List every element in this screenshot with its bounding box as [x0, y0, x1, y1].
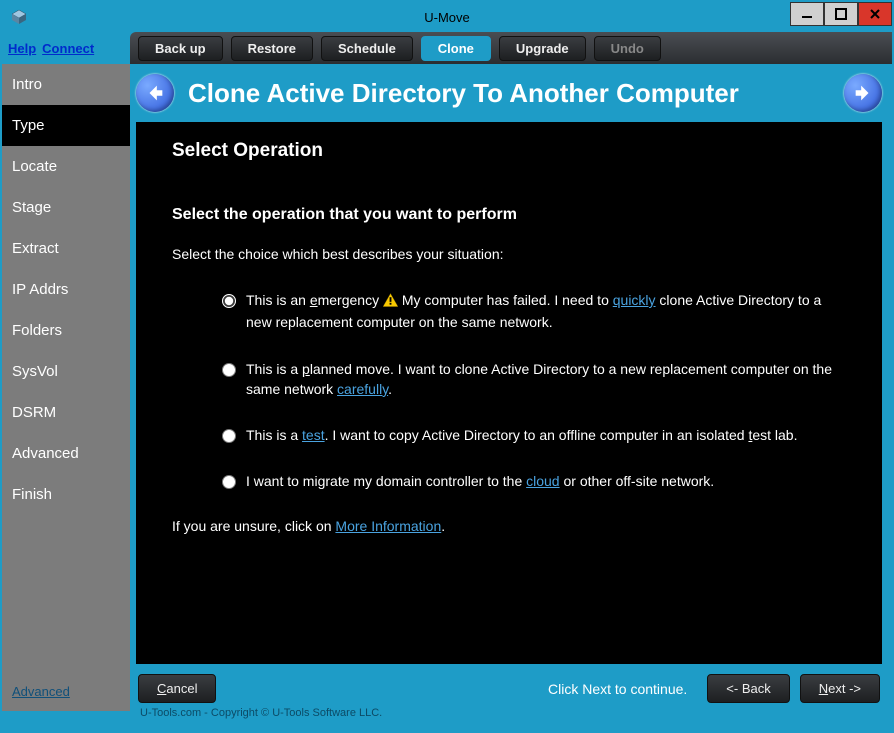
- tab-restore[interactable]: Restore: [231, 36, 313, 61]
- sidebar-item-advanced[interactable]: Advanced: [2, 433, 130, 474]
- link-carefully[interactable]: carefully: [337, 381, 388, 397]
- sidebar-item-dsrm[interactable]: DSRM: [2, 392, 130, 433]
- link-quickly[interactable]: quickly: [613, 292, 656, 308]
- arrow-left-icon: [144, 82, 166, 104]
- sidebar: IntroTypeLocateStageExtractIP AddrsFolde…: [2, 64, 130, 731]
- tab-undo: Undo: [594, 36, 661, 61]
- cancel-button[interactable]: Cancel: [138, 674, 216, 703]
- sidebar-item-folders[interactable]: Folders: [2, 310, 130, 351]
- sidebar-item-stage[interactable]: Stage: [2, 187, 130, 228]
- close-button[interactable]: [858, 2, 892, 26]
- tab-backup[interactable]: Back up: [138, 36, 223, 61]
- connect-link[interactable]: Connect: [42, 41, 94, 56]
- next-button[interactable]: Next ->: [800, 674, 880, 703]
- sidebar-item-type[interactable]: Type: [2, 105, 130, 146]
- radio-cloud[interactable]: [222, 475, 236, 489]
- radio-emergency[interactable]: [222, 294, 236, 308]
- panel-description: Select the choice which best describes y…: [172, 246, 846, 262]
- maximize-button[interactable]: [824, 2, 858, 26]
- title-bar: U-Move: [2, 2, 892, 32]
- nav-back-button[interactable]: [136, 74, 174, 112]
- tab-clone[interactable]: Clone: [421, 36, 491, 61]
- minimize-button[interactable]: [790, 2, 824, 26]
- link-cloud[interactable]: cloud: [526, 473, 559, 489]
- back-button[interactable]: <- Back: [707, 674, 789, 703]
- unsure-text: If you are unsure, click on More Informa…: [172, 518, 846, 534]
- arrow-right-icon: [852, 82, 874, 104]
- option-text-emergency: This is an emergency My computer has fai…: [246, 290, 846, 333]
- sidebar-item-extract[interactable]: Extract: [2, 228, 130, 269]
- radio-test[interactable]: [222, 429, 236, 443]
- sidebar-item-sysvol[interactable]: SysVol: [2, 351, 130, 392]
- option-cloud: I want to migrate my domain controller t…: [222, 471, 846, 491]
- sidebar-item-intro[interactable]: Intro: [2, 64, 130, 105]
- help-link[interactable]: Help: [8, 41, 36, 56]
- window-title: U-Move: [424, 10, 470, 25]
- nav-forward-button[interactable]: [844, 74, 882, 112]
- sidebar-item-ip-addrs[interactable]: IP Addrs: [2, 269, 130, 310]
- panel-subhead: Select the operation that you want to pe…: [172, 206, 846, 224]
- option-planned: This is a planned move. I want to clone …: [222, 359, 846, 400]
- app-icon: [10, 8, 28, 26]
- sidebar-item-finish[interactable]: Finish: [2, 474, 130, 515]
- tab-upgrade[interactable]: Upgrade: [499, 36, 586, 61]
- radio-planned[interactable]: [222, 363, 236, 377]
- sidebar-advanced-link[interactable]: Advanced: [12, 684, 70, 699]
- footer-hint: Click Next to continue.: [548, 681, 687, 697]
- option-emergency: This is an emergency My computer has fai…: [222, 290, 846, 333]
- warning-icon: [383, 292, 398, 312]
- more-information-link[interactable]: More Information: [335, 518, 441, 534]
- main-panel: Select Operation Select the operation th…: [136, 122, 882, 664]
- option-text-planned: This is a planned move. I want to clone …: [246, 359, 846, 400]
- option-text-cloud: I want to migrate my domain controller t…: [246, 471, 846, 491]
- footer: Cancel Click Next to continue. <- Back N…: [136, 664, 882, 707]
- tab-bar: Back up Restore Schedule Clone Upgrade U…: [130, 32, 892, 64]
- tab-schedule[interactable]: Schedule: [321, 36, 413, 61]
- option-text-test: This is a test. I want to copy Active Di…: [246, 425, 846, 445]
- link-test[interactable]: test: [302, 427, 325, 443]
- option-test: This is a test. I want to copy Active Di…: [222, 425, 846, 445]
- copyright-text: U-Tools.com - Copyright © U-Tools Softwa…: [136, 707, 882, 727]
- options-group: This is an emergency My computer has fai…: [172, 290, 846, 492]
- page-title: Clone Active Directory To Another Comput…: [188, 78, 830, 109]
- panel-title: Select Operation: [172, 140, 846, 162]
- sidebar-item-locate[interactable]: Locate: [2, 146, 130, 187]
- help-links: Help Connect: [2, 32, 130, 64]
